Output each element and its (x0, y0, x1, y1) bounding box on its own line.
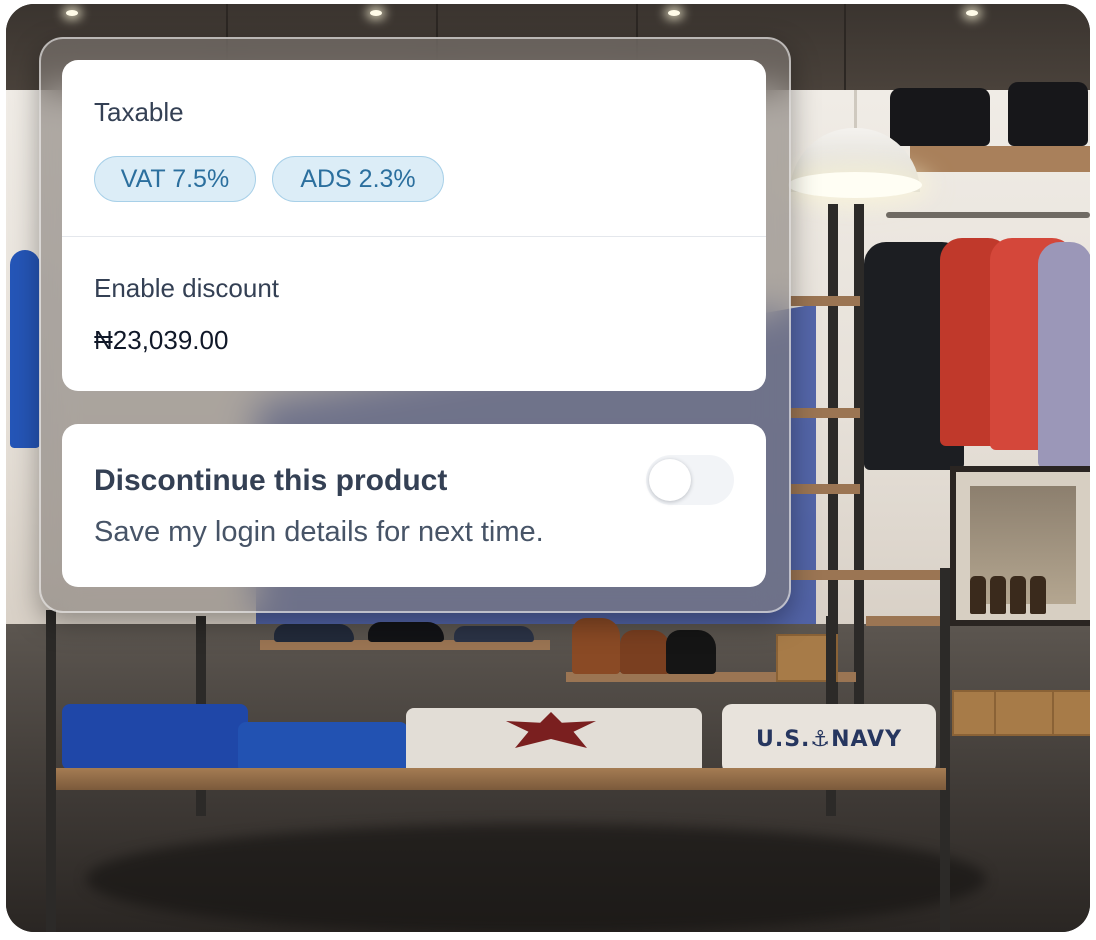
bag (1008, 82, 1088, 146)
box (994, 690, 1054, 736)
coat (1038, 242, 1090, 468)
boot (620, 630, 670, 674)
shoe (368, 622, 444, 642)
taxable-label: Taxable (94, 97, 184, 127)
shoe (274, 624, 354, 642)
shelf-plank (790, 296, 860, 306)
discontinue-toggle[interactable] (646, 455, 734, 505)
shelf-plank (790, 484, 860, 494)
ceiling-seam (844, 4, 846, 90)
discontinue-card: Discontinue this product Save my login d… (62, 424, 766, 587)
tax-chip-vat[interactable]: VAT 7.5% (94, 156, 256, 202)
shoe (454, 626, 534, 642)
shelf-plank (790, 570, 950, 580)
floor-shadow (86, 824, 986, 932)
discount-amount: ₦23,039.00 (94, 325, 229, 355)
box (1052, 690, 1090, 736)
shelf-plank (790, 408, 860, 418)
table-leg (940, 568, 950, 932)
ceiling-downlight (966, 10, 978, 16)
folded-shirt (238, 722, 408, 774)
boot (572, 618, 620, 674)
tax-discount-card: Taxable VAT 7.5% ADS 2.3% Enable discoun… (62, 60, 766, 391)
bottle (1030, 576, 1046, 614)
bottle (970, 576, 986, 614)
boot (666, 630, 716, 674)
ceiling-downlight (370, 10, 382, 16)
ceiling-downlight (66, 10, 78, 16)
shelf-post (854, 204, 864, 704)
discontinue-title: Discontinue this product (94, 464, 448, 497)
discontinue-subtitle: Save my login details for next time. (94, 516, 544, 548)
bottle (1010, 576, 1026, 614)
bag (890, 88, 990, 146)
tax-chip-ads[interactable]: ADS 2.3% (272, 156, 444, 202)
bottle (990, 576, 1006, 614)
toggle-knob (649, 459, 691, 501)
ceiling-downlight (668, 10, 680, 16)
clothing-rail (886, 212, 1090, 218)
enable-discount-label: Enable discount (94, 273, 280, 303)
lamp-cord (854, 90, 857, 130)
lamp-glow (788, 172, 922, 198)
display-table (56, 768, 946, 790)
divider (62, 236, 766, 237)
navy-shirt: U.S.⚓NAVY (722, 704, 936, 774)
box (952, 690, 998, 736)
top-shelf (910, 146, 1090, 172)
table-leg (46, 610, 56, 932)
coat (10, 250, 40, 448)
folded-shirt (62, 704, 248, 770)
